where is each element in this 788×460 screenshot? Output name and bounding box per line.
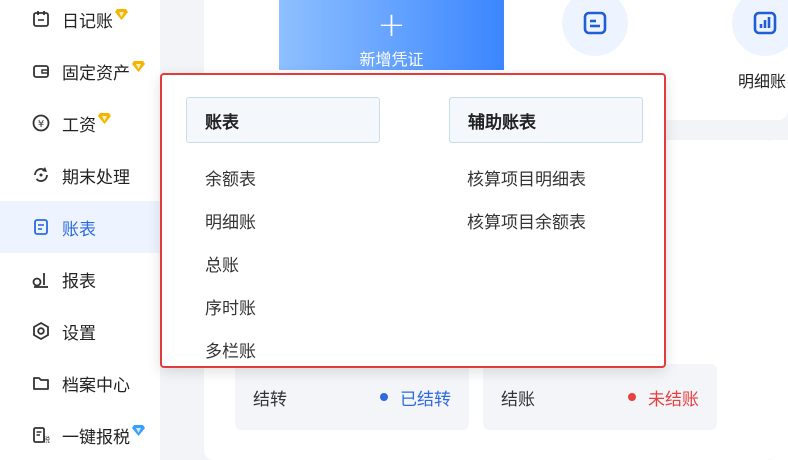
sidebar-item-tax-filing[interactable]: 税 一键报税 (0, 409, 160, 460)
carry-forward-state: 已结转 (400, 389, 451, 410)
sidebar-item-label: 账表 (62, 219, 96, 240)
premium-gem-icon (98, 112, 111, 124)
new-voucher-label: 新增凭证 (359, 50, 424, 69)
premium-gem-icon (132, 424, 145, 436)
ledger-dropdown-menu: 账表 辅助账表 余额表 明细账 总账 序时账 多栏账 核算项目明细表 核算项目余… (160, 73, 666, 368)
sidebar-item-label: 期末处理 (62, 167, 130, 188)
menu-item-journal-ledger[interactable]: 序时账 (205, 294, 256, 319)
folder-icon (30, 372, 52, 394)
menu-item-detail-ledger[interactable]: 明细账 (205, 208, 256, 233)
menu-item-general-ledger[interactable]: 总账 (205, 251, 239, 276)
menu-item-balance-sheet[interactable]: 余额表 (205, 165, 256, 190)
menu-item-aux-detail[interactable]: 核算项目明细表 (467, 165, 586, 190)
detail-ledger-label[interactable]: 明细账 (738, 68, 786, 92)
sidebar-item-journal[interactable]: 日记账 (0, 0, 160, 45)
close-state: 未结账 (648, 389, 699, 410)
status-dot (380, 393, 388, 401)
ledger-column-header: 账表 (186, 97, 380, 143)
sidebar-item-settings[interactable]: 设置 (0, 305, 160, 357)
carry-forward-status[interactable]: 结转 已结转 (235, 364, 469, 430)
voucher-list-icon-button[interactable] (562, 0, 628, 56)
list-icon (583, 11, 607, 35)
menu-item-aux-balance[interactable]: 核算项目余额表 (467, 208, 586, 233)
premium-gem-icon (115, 8, 128, 20)
status-dot (628, 393, 636, 401)
sidebar-item-label: 报表 (62, 271, 96, 292)
calendar-icon (30, 8, 52, 30)
tax-icon: 税 (30, 424, 52, 446)
detail-ledger-icon-button[interactable] (732, 0, 788, 56)
sidebar-item-fixed-assets[interactable]: 固定资产 (0, 45, 160, 97)
sidebar-item-period-end[interactable]: 期末处理 (0, 149, 160, 201)
close-label: 结账 (501, 389, 535, 410)
sidebar-item-reports[interactable]: 报表 (0, 253, 160, 305)
sidebar-item-label: 设置 (62, 323, 96, 344)
wallet-icon (30, 60, 52, 82)
sidebar-item-archive[interactable]: 档案中心 (0, 357, 160, 409)
new-voucher-button[interactable]: + 新增凭证 (279, 0, 504, 70)
premium-gem-icon (132, 60, 145, 72)
sidebar-item-ledger[interactable]: 账表 (0, 201, 160, 253)
settings-icon (30, 320, 52, 342)
sidebar-item-label: 档案中心 (62, 375, 130, 396)
ledger-icon (30, 216, 52, 238)
sidebar-item-label: 工资 (62, 115, 96, 136)
menu-item-multi-column-ledger[interactable]: 多栏账 (205, 337, 256, 362)
aux-ledger-column-header: 辅助账表 (449, 97, 643, 143)
sidebar: 日记账 固定资产 ¥ 工资 期末处理 账表 报表 设置 档案中心 税 一键报税 (0, 0, 160, 460)
sidebar-item-label: 日记账 (62, 11, 113, 32)
yuan-coin-icon: ¥ (30, 112, 52, 134)
plus-icon: + (377, 5, 406, 45)
sidebar-item-salary[interactable]: ¥ 工资 (0, 97, 160, 149)
side-panel (764, 140, 788, 460)
svg-text:税: 税 (43, 435, 50, 444)
report-icon (30, 268, 52, 290)
svg-text:¥: ¥ (38, 119, 44, 130)
bar-chart-icon (753, 11, 777, 35)
carry-forward-label: 结转 (253, 389, 287, 410)
refresh-icon (30, 164, 52, 186)
close-period-status[interactable]: 结账 未结账 (483, 364, 717, 430)
sidebar-item-label: 固定资产 (62, 63, 130, 84)
sidebar-item-label: 一键报税 (62, 427, 130, 448)
